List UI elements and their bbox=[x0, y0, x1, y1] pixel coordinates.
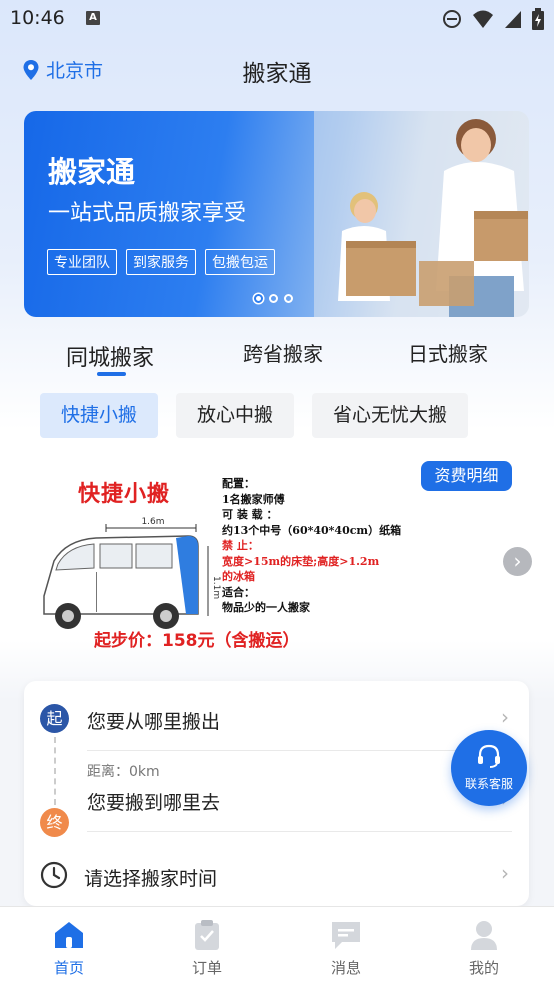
divider bbox=[87, 750, 512, 751]
header: 北京市 搬家通 bbox=[0, 48, 554, 92]
tab-local-move[interactable]: 同城搬家 bbox=[66, 340, 154, 372]
route-line bbox=[54, 737, 56, 805]
contact-service-button[interactable]: 联系客服 bbox=[451, 730, 527, 806]
user-icon bbox=[471, 921, 497, 950]
suit-line: 适合： bbox=[222, 585, 255, 599]
banner-tag: 到家服务 bbox=[126, 249, 196, 275]
banner-tag: 包搬包运 bbox=[205, 249, 275, 275]
banner-title: 搬家通 bbox=[48, 155, 136, 189]
nav-label: 订单 bbox=[191, 959, 222, 977]
battery-icon bbox=[532, 8, 544, 30]
page-title: 搬家通 bbox=[242, 61, 312, 87]
home-icon bbox=[55, 922, 83, 948]
banner-tags: 专业团队 到家服务 包搬包运 bbox=[47, 249, 275, 275]
notification-a-icon: A bbox=[86, 11, 100, 25]
end-badge: 终 bbox=[40, 808, 69, 837]
chevron-right-icon: › bbox=[501, 705, 509, 729]
carousel-dot[interactable] bbox=[269, 294, 278, 303]
service-tabs: 同城搬家 跨省搬家 日式搬家 bbox=[0, 336, 554, 380]
start-badge: 起 bbox=[40, 704, 69, 733]
nav-label: 我的 bbox=[468, 959, 499, 977]
package-tabs: 快捷小搬 放心中搬 省心无忧大搬 bbox=[40, 393, 469, 438]
spec-line: 约13个中号（60*40*40cm）纸箱 bbox=[222, 523, 402, 537]
package-detail-image: 快捷小搬 1.6m 1.1m 配置： 1名搬家师傅 可 装 载 ： 约13个中号… bbox=[36, 470, 436, 655]
forbid-line: 禁 止： bbox=[222, 539, 259, 552]
forbid-line: 的冰箱 bbox=[222, 570, 255, 583]
spec-line: 配置： bbox=[222, 477, 255, 490]
nav-label: 消息 bbox=[330, 959, 361, 977]
nav-orders[interactable]: 订单 bbox=[138, 907, 276, 984]
banner-tag: 专业团队 bbox=[47, 249, 117, 275]
move-from-field[interactable]: 您要从哪里搬出 bbox=[87, 707, 220, 734]
package-spec: 配置： 1名搬家师傅 可 装 载 ： 约13个中号（60*40*40cm）纸箱 … bbox=[222, 476, 401, 616]
bottom-nav: 首页 订单 消息 我的 bbox=[0, 906, 554, 984]
nav-profile[interactable]: 我的 bbox=[415, 907, 553, 984]
nav-home[interactable]: 首页 bbox=[0, 907, 138, 984]
van-length-label: 1.6m bbox=[141, 517, 164, 527]
status-icons bbox=[442, 8, 544, 30]
spec-line: 可 装 载 ： bbox=[222, 508, 278, 521]
signal-icon bbox=[505, 11, 521, 28]
headset-icon bbox=[478, 744, 500, 768]
fee-details-button[interactable]: 资费明细 bbox=[421, 461, 512, 491]
package-title: 快捷小搬 bbox=[78, 482, 171, 507]
banner-subtitle: 一站式品质搬家享受 bbox=[48, 201, 247, 226]
promo-banner[interactable]: 搬家通 一站式品质搬家享受 专业团队 到家服务 包搬包运 bbox=[24, 111, 529, 317]
suit-line: 物品少的一人搬家 bbox=[222, 601, 310, 614]
van-illustration: 1.6m 1.1m bbox=[43, 517, 221, 629]
status-time: 10:46 bbox=[10, 7, 65, 29]
van-height-label: 1.1m bbox=[211, 576, 221, 599]
carousel-dot[interactable] bbox=[284, 294, 293, 303]
divider bbox=[87, 831, 512, 832]
carousel-indicator bbox=[254, 294, 293, 303]
wifi-icon bbox=[473, 10, 493, 28]
clipboard-icon bbox=[195, 920, 219, 950]
subtab-quick-small[interactable]: 快捷小搬 bbox=[40, 393, 159, 438]
carousel-dot[interactable] bbox=[254, 294, 263, 303]
spec-line: 1名搬家师傅 bbox=[222, 492, 285, 506]
order-form-card: 起 您要从哪里搬出 › 距离：0km 终 您要搬到哪里去 › 请选择搬家时间 › bbox=[24, 681, 529, 906]
tab-interprovincial-move[interactable]: 跨省搬家 bbox=[243, 338, 323, 367]
chevron-right-icon: › bbox=[501, 861, 509, 885]
message-icon bbox=[332, 922, 360, 949]
distance-label: 距离：0km bbox=[87, 764, 160, 780]
forbid-line: 宽度>15m的床垫;高度>1.2m bbox=[222, 554, 380, 568]
tab-japanese-move[interactable]: 日式搬家 bbox=[408, 338, 488, 367]
starting-price: 起步价：158元（含搬运） bbox=[94, 631, 300, 651]
nav-label: 首页 bbox=[53, 959, 84, 977]
subtab-large[interactable]: 省心无忧大搬 bbox=[312, 393, 469, 438]
next-package-arrow[interactable]: › bbox=[503, 547, 532, 576]
status-bar: 10:46 A bbox=[0, 0, 554, 40]
contact-service-label: 联系客服 bbox=[464, 777, 513, 791]
dnd-icon bbox=[443, 10, 461, 28]
subtab-medium[interactable]: 放心中搬 bbox=[176, 393, 295, 438]
clock-icon bbox=[40, 861, 68, 889]
move-time-field[interactable]: 请选择搬家时间 bbox=[84, 864, 217, 891]
tab-active-indicator bbox=[97, 372, 126, 376]
nav-messages[interactable]: 消息 bbox=[277, 907, 415, 984]
move-to-field[interactable]: 您要搬到哪里去 bbox=[87, 788, 220, 815]
